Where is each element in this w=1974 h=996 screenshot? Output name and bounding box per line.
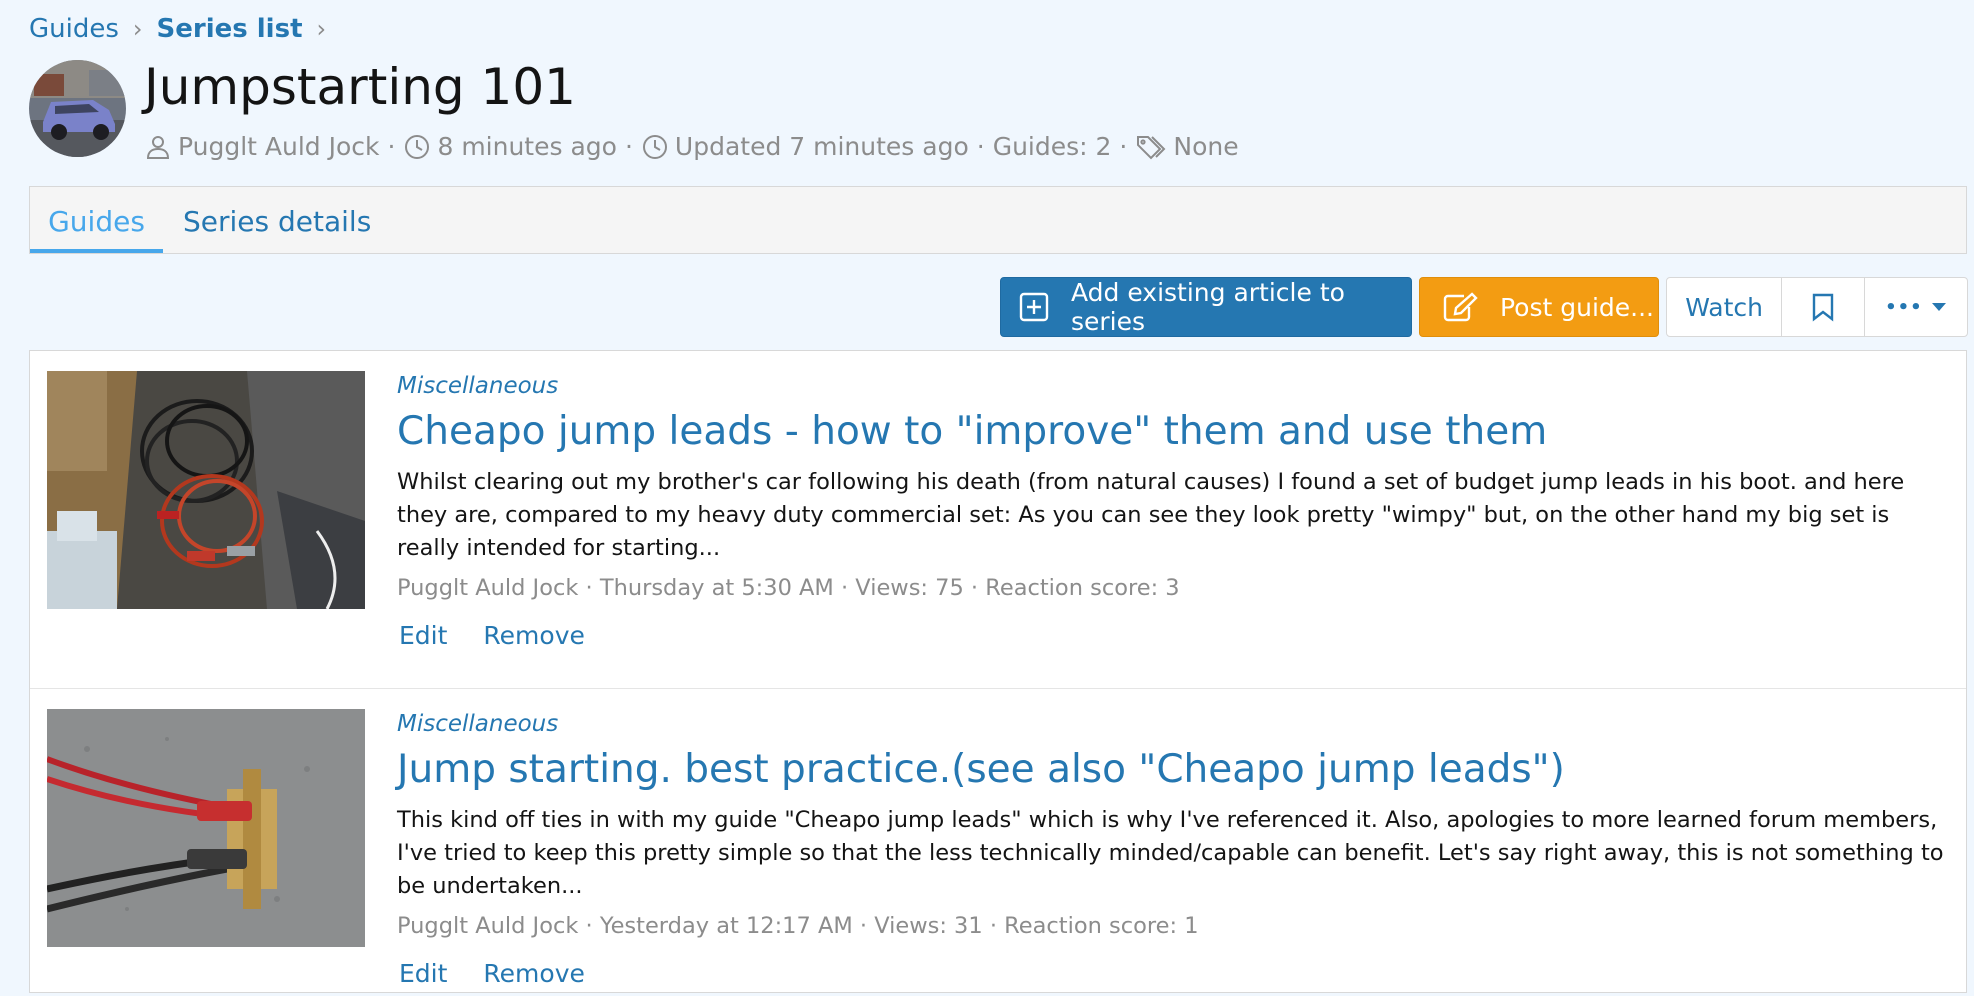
chevron-right-icon: › bbox=[316, 15, 327, 43]
breadcrumb: Guides › Series list › bbox=[29, 14, 340, 44]
guide-body: Miscellaneous Jump starting. best practi… bbox=[397, 711, 1946, 988]
tab-bar: Guides Series details bbox=[29, 186, 1967, 254]
chevron-right-icon: › bbox=[132, 15, 143, 43]
add-existing-article-button[interactable]: Add existing article to series bbox=[1000, 277, 1412, 337]
created-time: 8 minutes ago bbox=[437, 132, 617, 161]
guide-title-link[interactable]: Jump starting. best practice.(see also "… bbox=[397, 747, 1565, 792]
bookmark-icon bbox=[1811, 292, 1835, 322]
watch-button[interactable]: Watch bbox=[1667, 278, 1783, 336]
edit-icon bbox=[1442, 291, 1478, 323]
category-link[interactable]: Miscellaneous bbox=[397, 373, 558, 399]
guide-meta: Pugglt Auld Jock · Yesterday at 12:17 AM… bbox=[397, 913, 1199, 939]
edit-link[interactable]: Edit bbox=[399, 621, 447, 650]
category-link[interactable]: Miscellaneous bbox=[397, 711, 558, 737]
guide-actions: Edit Remove bbox=[397, 621, 1946, 650]
clock-icon bbox=[403, 133, 431, 161]
guide-snippet: Whilst clearing out my brother's car fol… bbox=[397, 469, 1905, 561]
caret-down-icon bbox=[1931, 302, 1947, 312]
post-guide-button[interactable]: Post guide... bbox=[1419, 277, 1659, 337]
remove-link[interactable]: Remove bbox=[483, 959, 584, 988]
breadcrumb-series-list[interactable]: Series list bbox=[157, 14, 303, 44]
more-icon: ••• bbox=[1885, 296, 1923, 318]
guides-count: Guides: 2 bbox=[992, 132, 1112, 161]
updated-time: Updated 7 minutes ago bbox=[674, 132, 969, 161]
clock-icon bbox=[641, 133, 669, 161]
guide-title-link[interactable]: Cheapo jump leads - how to "improve" the… bbox=[397, 409, 1547, 454]
guide-list: Miscellaneous Cheapo jump leads - how to… bbox=[29, 350, 1967, 993]
page-title: Jumpstarting 101 bbox=[144, 58, 576, 116]
user-icon bbox=[144, 133, 172, 161]
guide-snippet: This kind off ties in with my guide "Che… bbox=[397, 807, 1944, 899]
series-avatar[interactable] bbox=[29, 60, 126, 157]
guide-actions: Edit Remove bbox=[397, 959, 1946, 988]
remove-link[interactable]: Remove bbox=[483, 621, 584, 650]
series-meta: Pugglt Auld Jock · 8 minutes ago · Updat… bbox=[144, 132, 1239, 161]
guide-meta: Pugglt Auld Jock · Thursday at 5:30 AM ·… bbox=[397, 575, 1180, 601]
more-options-button[interactable]: ••• bbox=[1865, 278, 1967, 336]
guide-thumbnail[interactable] bbox=[47, 709, 365, 947]
tab-series-details[interactable]: Series details bbox=[183, 187, 371, 253]
author-link[interactable]: Pugglt Auld Jock bbox=[178, 132, 380, 161]
list-item: Miscellaneous Jump starting. best practi… bbox=[30, 688, 1966, 992]
guide-body: Miscellaneous Cheapo jump leads - how to… bbox=[397, 373, 1946, 650]
tags-icon bbox=[1135, 133, 1167, 161]
edit-link[interactable]: Edit bbox=[399, 959, 447, 988]
plus-square-icon bbox=[1019, 292, 1049, 322]
breadcrumb-guides[interactable]: Guides bbox=[29, 14, 119, 44]
guide-thumbnail[interactable] bbox=[47, 371, 365, 609]
button-group: Watch ••• bbox=[1666, 277, 1968, 337]
tab-guides[interactable]: Guides bbox=[30, 187, 163, 253]
list-item: Miscellaneous Cheapo jump leads - how to… bbox=[30, 351, 1966, 688]
tags-value: None bbox=[1173, 132, 1239, 161]
bookmark-button[interactable] bbox=[1782, 278, 1865, 336]
